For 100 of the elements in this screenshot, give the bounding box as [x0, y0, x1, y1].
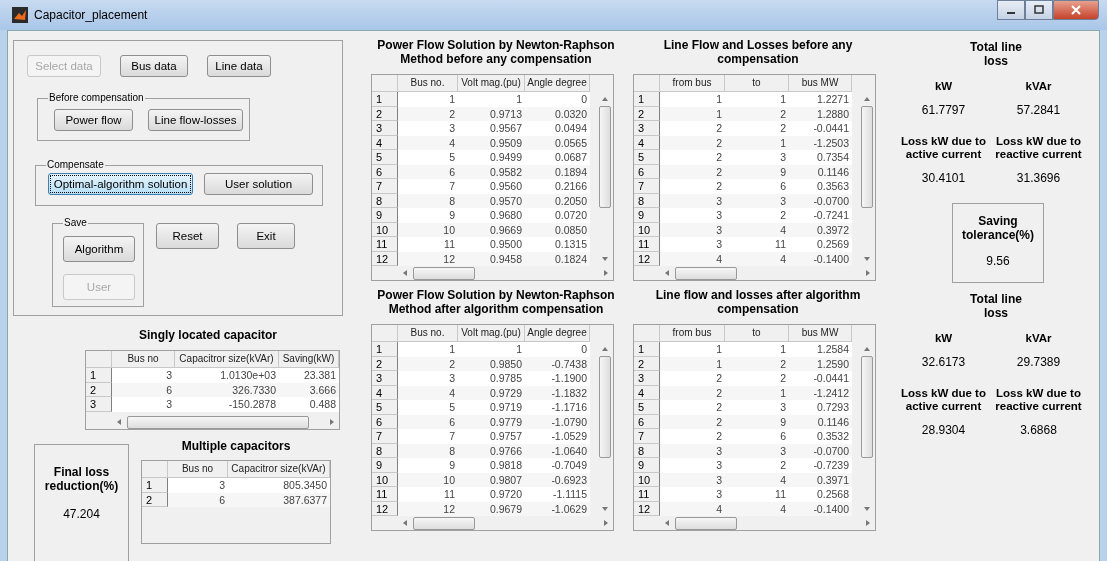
left-arrow-icon[interactable] [663, 269, 671, 277]
column-label: kW [933, 80, 954, 93]
left-arrow-icon[interactable] [115, 418, 123, 426]
up-arrow-icon[interactable] [600, 95, 609, 103]
row-header: 5 [372, 400, 398, 415]
up-arrow-icon[interactable] [862, 345, 871, 353]
right-arrow-icon[interactable] [602, 269, 610, 277]
table-cell: 3 [112, 397, 175, 412]
table-title: Power Flow Solution by Newton-Raphson Method after algorithm compensation [376, 288, 616, 316]
down-arrow-icon[interactable] [600, 255, 609, 263]
table-cell: 11 [398, 487, 458, 502]
maximize-button[interactable] [1025, 0, 1053, 20]
data-button[interactable]: Line data [207, 55, 271, 77]
value-text: 31.3696 [1015, 171, 1062, 185]
table-cell: 7 [398, 429, 458, 444]
column-header[interactable]: Saving(kW) [279, 351, 339, 368]
up-arrow-icon[interactable] [600, 345, 609, 353]
column-header[interactable]: Capacitror size(kVAr) [228, 461, 330, 478]
right-arrow-icon[interactable] [328, 418, 336, 426]
table-cell: 0.7354 [789, 150, 852, 165]
column-header[interactable]: to [725, 75, 789, 92]
table-cell: 0.3563 [789, 179, 852, 194]
maximize-icon[interactable] [1034, 5, 1044, 15]
left-arrow-icon[interactable] [401, 519, 409, 527]
table-cell: 7 [398, 179, 458, 194]
bc-button[interactable]: Line flow-losses [148, 109, 243, 131]
result-label: Final loss reduction(%) [43, 465, 120, 493]
table-cell: 0.9567 [458, 121, 525, 136]
table-cell: 23.381 [279, 368, 339, 383]
column-header[interactable]: Volt mag.(pu) [458, 75, 525, 92]
column-header[interactable]: bus MW [789, 325, 852, 342]
table-cell: 3 [398, 121, 458, 136]
data-button[interactable]: Bus data [120, 55, 188, 77]
table-cell: 1.0130e+03 [175, 368, 279, 383]
row-header: 5 [634, 150, 660, 165]
close-button[interactable] [1053, 0, 1099, 20]
table-cell: 0.9500 [458, 237, 525, 252]
table-cell: 3 [168, 478, 228, 493]
column-header[interactable]: Bus no [112, 351, 175, 368]
column-label: Loss kW due to active current [900, 135, 987, 161]
sv-button[interactable]: Algorithm [63, 236, 135, 262]
down-arrow-icon[interactable] [862, 255, 871, 263]
table-cell: 1 [398, 92, 458, 107]
group-label: Compensate [46, 159, 105, 170]
table-cell: 0.2166 [525, 179, 590, 194]
left-arrow-icon[interactable] [401, 269, 409, 277]
row-header: 5 [634, 400, 660, 415]
up-arrow-icon[interactable] [862, 95, 871, 103]
minimize-button[interactable] [997, 0, 1025, 20]
table-cell: 0 [525, 92, 590, 107]
column-header[interactable]: to [725, 325, 789, 342]
column-label: Loss kW due to reactive current [994, 135, 1083, 161]
table-cell: -1.1115 [525, 487, 590, 502]
table-cell: 5 [398, 150, 458, 165]
column-header[interactable]: Bus no. [398, 325, 458, 342]
cp-button[interactable]: User solution [204, 173, 313, 195]
row-header: 3 [86, 397, 112, 412]
left-arrow-icon[interactable] [663, 519, 671, 527]
column-header[interactable]: Angle degree [525, 325, 590, 342]
down-arrow-icon[interactable] [600, 505, 609, 513]
section-title: Total line loss [969, 292, 1023, 320]
row-header: 9 [372, 208, 398, 223]
row-header: 7 [372, 179, 398, 194]
right-arrow-icon[interactable] [602, 519, 610, 527]
cp-button[interactable]: Optimal-algorithm solution [48, 173, 193, 195]
table-cell: 0.488 [279, 397, 339, 412]
column-header[interactable]: Angle degree [525, 75, 590, 92]
table-cell: 1 [725, 342, 789, 357]
table-cell: 3 [660, 237, 725, 252]
row-header: 11 [372, 487, 398, 502]
act-button[interactable]: Reset [156, 223, 219, 249]
table-cell: 3 [660, 458, 725, 473]
table-cell: 805.3450 [228, 478, 330, 493]
column-header[interactable]: Capacitror size(kVAr) [175, 351, 279, 368]
column-header[interactable]: Volt mag.(pu) [458, 325, 525, 342]
table-cell: 0.9818 [458, 458, 525, 473]
row-header: 7 [634, 179, 660, 194]
row-header: 9 [372, 458, 398, 473]
right-arrow-icon[interactable] [864, 519, 872, 527]
column-header[interactable]: Bus no [168, 461, 228, 478]
table-cell: 3 [660, 487, 725, 502]
act-button[interactable]: Exit [237, 223, 295, 249]
close-icon[interactable] [1071, 5, 1081, 15]
table-cell: 5 [398, 400, 458, 415]
column-header[interactable]: bus MW [789, 75, 852, 92]
table-cell: 9 [398, 458, 458, 473]
column-header[interactable]: from bus [660, 75, 725, 92]
bc-button[interactable]: Power flow [54, 109, 133, 131]
column-label: Loss kW due to reactive current [994, 387, 1083, 413]
column-header[interactable]: Bus no. [398, 75, 458, 92]
table-cell: 3 [725, 150, 789, 165]
row-header: 11 [372, 237, 398, 252]
down-arrow-icon[interactable] [862, 505, 871, 513]
row-header: 1 [634, 342, 660, 357]
column-header[interactable]: from bus [660, 325, 725, 342]
row-header: 3 [372, 121, 398, 136]
table-cell: 2 [660, 121, 725, 136]
row-header: 11 [634, 237, 660, 252]
table-cell: 1 [660, 92, 725, 107]
right-arrow-icon[interactable] [864, 269, 872, 277]
